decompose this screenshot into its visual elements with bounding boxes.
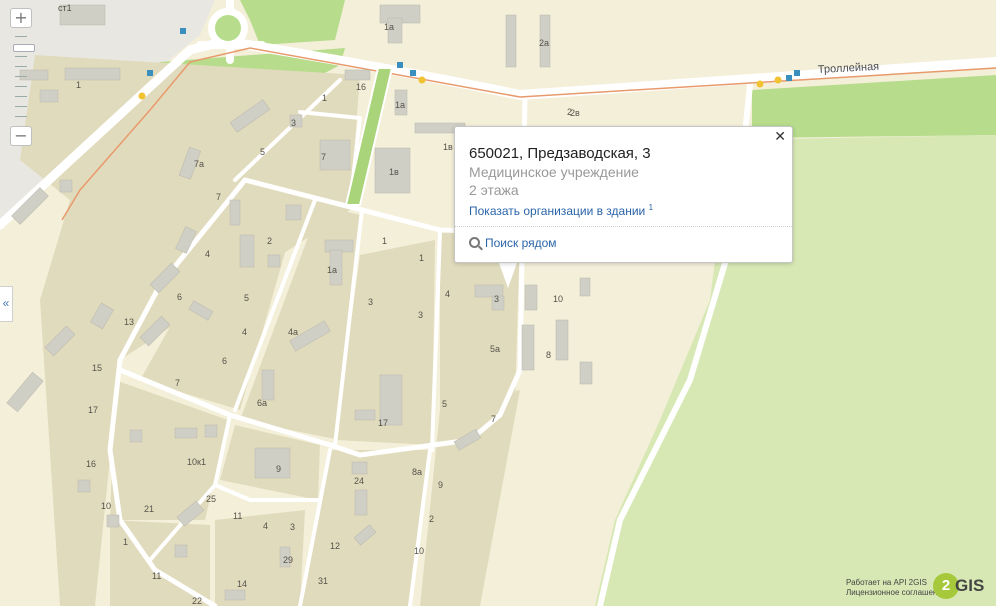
building-number: 9 <box>276 464 281 474</box>
building-number: ст1 <box>58 3 72 13</box>
building-number: 8а <box>412 467 422 477</box>
building-number: 13 <box>124 317 134 327</box>
building-number: 10 <box>553 294 563 304</box>
license-link[interactable]: Лицензионное соглашение <box>846 588 946 598</box>
building-number: 10 <box>414 546 424 556</box>
building-number: 1 <box>76 80 81 90</box>
building-number: 3 <box>368 297 373 307</box>
magnifier-icon <box>469 237 480 248</box>
building-info-popup: ✕ 650021, Предзаводская, 3 Медицинское у… <box>454 126 793 263</box>
building-number: 1 <box>419 253 424 263</box>
building-number: 11 <box>233 511 242 521</box>
building-number: 16 <box>356 82 366 92</box>
zoom-control: + − <box>10 8 35 148</box>
building-number: 4 <box>445 289 450 299</box>
building-number: 6а <box>257 398 267 408</box>
organization-count: 1 <box>648 203 654 212</box>
zoom-slider-track[interactable] <box>13 30 35 122</box>
building-number: 7 <box>491 414 496 424</box>
zoom-out-button[interactable]: − <box>10 126 32 146</box>
building-number: 2в <box>570 108 580 118</box>
building-number: 1 <box>322 93 327 103</box>
popup-pointer <box>498 260 518 288</box>
building-number: 8 <box>546 350 551 360</box>
popup-floors: 2 этажа <box>469 182 519 198</box>
powered-by-link[interactable]: Работает на API 2GIS <box>846 578 946 588</box>
building-number: 17 <box>88 405 98 415</box>
building-number: 21 <box>144 504 154 514</box>
building-number: 4 <box>263 521 268 531</box>
popup-address: 650021, Предзаводская, 3 <box>469 145 651 162</box>
show-organizations-link[interactable]: Показать организации в здании 1 <box>469 203 653 218</box>
collapse-panel-button[interactable]: « <box>0 286 13 322</box>
building-number: 2 <box>267 236 272 246</box>
building-number: 10к1 <box>187 457 206 467</box>
show-organizations-label: Показать организации в здании <box>469 204 646 218</box>
building-number: 25 <box>0 0 10 2</box>
building-number: 3 <box>494 294 499 304</box>
building-number: 14 <box>237 579 247 589</box>
building-number: 1а <box>384 22 394 32</box>
building-number: 4а <box>288 327 298 337</box>
building-number: 15 <box>92 363 102 373</box>
building-number: 5 <box>260 147 265 157</box>
2gis-logo[interactable]: 2 GIS <box>933 573 993 601</box>
building-number: 29 <box>283 555 293 565</box>
building-number: 4 <box>205 249 210 259</box>
close-popup-button[interactable]: ✕ <box>774 129 786 145</box>
building-number: 7а <box>194 159 204 169</box>
building-number: 1а <box>395 100 405 110</box>
building-number: 24 <box>354 476 364 486</box>
building-number: 7 <box>216 192 221 202</box>
building-number: 12 <box>330 541 340 551</box>
building-number: 1в <box>389 167 399 177</box>
logo-text: GIS <box>955 576 985 595</box>
building-number: 2 <box>429 514 434 524</box>
building-number: 5 <box>442 399 447 409</box>
roundabout-island <box>215 15 241 41</box>
building-number: 17 <box>378 418 388 428</box>
map-credits: Работает на API 2GIS Лицензионное соглаш… <box>846 578 946 598</box>
building-number: 3 <box>291 118 296 128</box>
popup-category: Медицинское учреждение <box>469 164 639 180</box>
building-number: 11 <box>152 571 161 581</box>
building-number: 7 <box>175 378 180 388</box>
building-number: 10 <box>101 501 111 511</box>
building-number: 25 <box>206 494 216 504</box>
building-number: 16 <box>86 459 96 469</box>
building-number: 4 <box>242 327 247 337</box>
building-number: 3 <box>418 310 423 320</box>
building-number: 9 <box>438 480 443 490</box>
building-number: 6 <box>222 356 227 366</box>
popup-divider <box>455 226 792 227</box>
building-number: 5 <box>244 293 249 303</box>
building-number: 1 <box>382 236 387 246</box>
building-number: 1а <box>327 265 337 275</box>
map-canvas[interactable]: Троллейная ст11а2а1 161а135 71в22в1в7а7246… <box>0 0 996 606</box>
building-number: 31 <box>318 576 328 586</box>
zoom-slider-handle[interactable] <box>13 44 35 52</box>
building-number: 1в <box>443 142 453 152</box>
search-nearby-link[interactable]: Поиск рядом <box>469 236 557 250</box>
building-number: 3 <box>290 522 295 532</box>
zoom-in-button[interactable]: + <box>10 8 32 28</box>
search-nearby-label: Поиск рядом <box>485 236 557 250</box>
building-number: 7 <box>321 152 326 162</box>
building-number: 1 <box>123 537 128 547</box>
building-number: 5а <box>490 344 500 354</box>
building-number: 6 <box>177 292 182 302</box>
building-number: 22 <box>192 596 202 606</box>
building-number: 2а <box>539 38 549 48</box>
